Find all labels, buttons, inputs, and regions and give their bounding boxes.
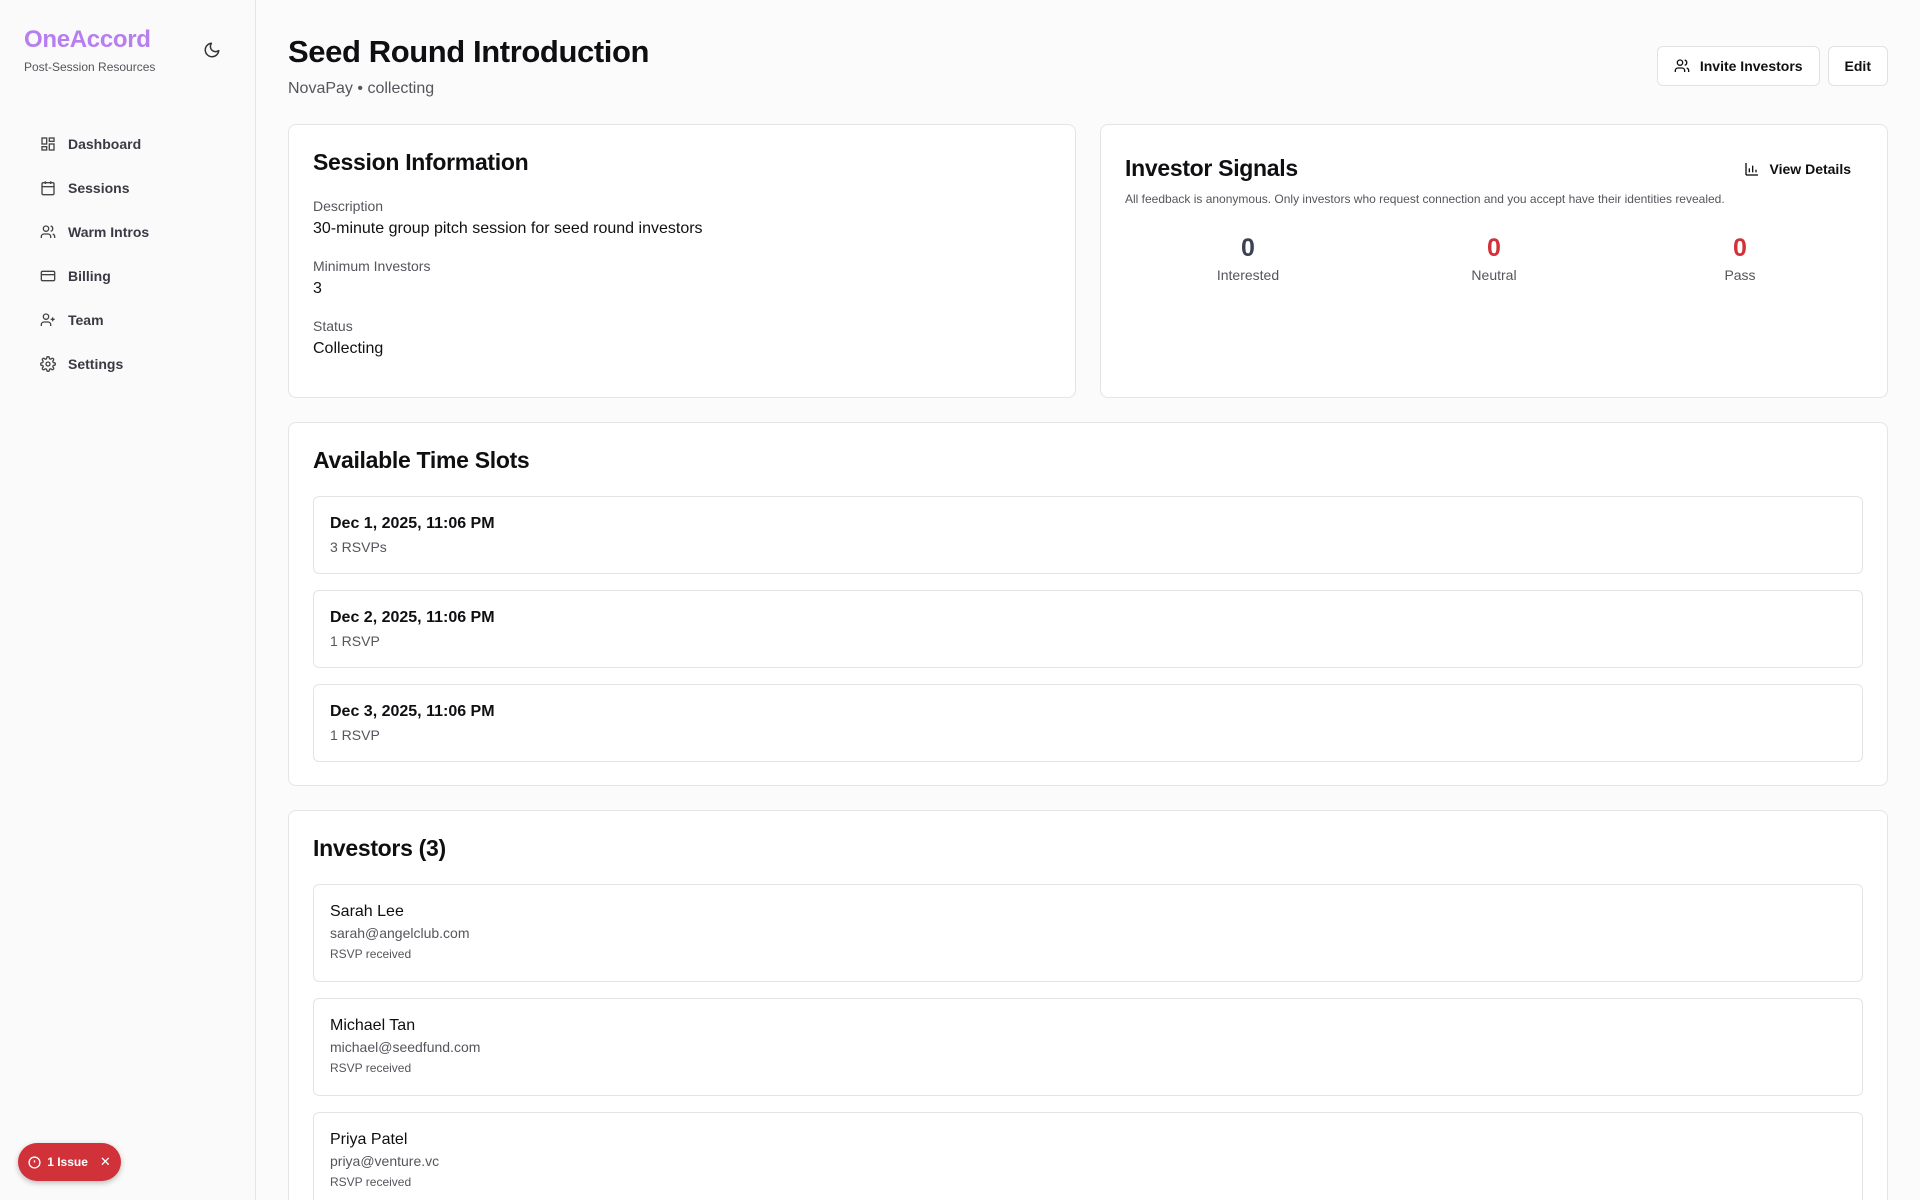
investor-email: priya@venture.vc (330, 1153, 440, 1169)
investor-rsvp-status: RSVP received (330, 947, 412, 961)
stat-label: Neutral (1471, 267, 1517, 283)
calendar-icon (41, 181, 55, 196)
credit-card-icon (40, 270, 56, 282)
slot-rsvp-count: 1 RSVP (330, 633, 380, 649)
investor-name: Priya Patel (330, 1131, 408, 1148)
card-title: Session Information (313, 149, 529, 175)
session-information-card: Session Information Description 30-minut… (288, 124, 1076, 398)
stat-pass: 0 Pass (1617, 234, 1863, 283)
stat-value: 0 (1241, 234, 1255, 262)
sidebar-item-label: Sessions (68, 180, 130, 196)
users-icon (1674, 59, 1690, 72)
field-value: 30-minute group pitch session for seed r… (313, 220, 703, 237)
slot-rsvp-count: 3 RSVPs (330, 539, 387, 555)
brand: OneAccord Post-Session Resources (24, 26, 155, 74)
time-slots-card: Available Time Slots Dec 1, 2025, 11:06 … (288, 422, 1888, 786)
company-name: NovaPay (288, 80, 353, 97)
session-status: collecting (367, 80, 435, 97)
signals-header: Investor Signals View Details (1125, 155, 1863, 182)
sidebar-item-sessions[interactable]: Sessions (30, 166, 230, 210)
time-slot-item[interactable]: Dec 2, 2025, 11:06 PM 1 RSVP (313, 590, 1863, 668)
slot-date: Dec 2, 2025, 11:06 PM (330, 609, 495, 626)
sidebar-item-label: Settings (68, 356, 124, 372)
investor-rsvp-status: RSVP received (330, 1061, 412, 1075)
separator: • (357, 80, 363, 97)
sidebar-item-label: Warm Intros (68, 224, 150, 240)
stat-neutral: 0 Neutral (1371, 234, 1617, 283)
investor-name: Michael Tan (330, 1017, 416, 1034)
card-title: Available Time Slots (313, 447, 530, 473)
card-title: Investor Signals (1125, 155, 1298, 181)
brand-name[interactable]: OneAccord (24, 26, 155, 54)
investor-item[interactable]: Priya Patel priya@venture.vc RSVP receiv… (313, 1112, 1863, 1200)
stat-interested: 0 Interested (1125, 234, 1371, 283)
field-label: Description (313, 198, 384, 214)
view-details-button[interactable]: View Details (1744, 161, 1851, 177)
min-investors-field: Minimum Investors 3 (313, 258, 1051, 298)
slot-date: Dec 3, 2025, 11:06 PM (330, 703, 495, 720)
description-field: Description 30-minute group pitch sessio… (313, 198, 1051, 238)
theme-toggle-button[interactable] (198, 36, 226, 64)
alert-circle-icon (28, 1155, 41, 1169)
brand-subtitle: Post-Session Resources (24, 60, 156, 74)
sidebar-nav: Dashboard Sessions Warm Intros Billing T… (30, 122, 230, 386)
field-value: 3 (313, 280, 322, 297)
slot-rsvp-count: 1 RSVP (330, 727, 380, 743)
gear-icon (40, 356, 56, 372)
signal-stats: 0 Interested 0 Neutral 0 Pass (1125, 234, 1863, 283)
moon-icon (204, 42, 220, 58)
investor-email: michael@seedfund.com (330, 1039, 481, 1055)
stat-value: 0 (1487, 234, 1501, 262)
time-slot-item[interactable]: Dec 3, 2025, 11:06 PM 1 RSVP (313, 684, 1863, 762)
time-slot-item[interactable]: Dec 1, 2025, 11:06 PM 3 RSVPs (313, 496, 1863, 574)
investor-item[interactable]: Sarah Lee sarah@angelclub.com RSVP recei… (313, 884, 1863, 982)
invite-investors-label: Invite Investors (1699, 58, 1803, 74)
investor-item[interactable]: Michael Tan michael@seedfund.com RSVP re… (313, 998, 1863, 1096)
sidebar-item-settings[interactable]: Settings (30, 342, 230, 386)
sidebar-item-warm-intros[interactable]: Warm Intros (30, 210, 230, 254)
header-actions: Invite Investors Edit (1656, 46, 1888, 86)
card-title: Investors (3) (313, 835, 446, 861)
investor-rsvp-status: RSVP received (330, 1175, 412, 1189)
slot-date: Dec 1, 2025, 11:06 PM (330, 515, 495, 532)
stat-label: Pass (1724, 267, 1756, 283)
status-field: Status Collecting (313, 318, 1051, 358)
field-label: Status (313, 318, 353, 334)
view-details-label: View Details (1769, 160, 1851, 177)
sidebar-item-team[interactable]: Team (30, 298, 230, 342)
investors-card: Investors (3) Sarah Lee sarah@angelclub.… (288, 810, 1888, 1200)
field-value: Collecting (313, 340, 384, 357)
edit-button[interactable]: Edit (1827, 46, 1888, 86)
issue-badge-label: 1 Issue (47, 1155, 88, 1169)
bar-chart-icon (1744, 162, 1758, 176)
field-label: Minimum Investors (313, 258, 431, 274)
sidebar-item-label: Billing (68, 268, 111, 284)
page-title: Seed Round Introduction (288, 34, 650, 69)
sidebar: OneAccord Post-Session Resources Dashboa… (0, 0, 256, 1200)
close-icon[interactable]: ✕ (100, 1154, 111, 1170)
investor-signals-card: Investor Signals View Details All feedba… (1100, 124, 1888, 398)
anonymity-note: All feedback is anonymous. Only investor… (1125, 192, 1725, 206)
main-content: Seed Round Introduction NovaPay • collec… (256, 0, 1920, 1200)
sidebar-item-billing[interactable]: Billing (30, 254, 230, 298)
user-plus-icon (40, 313, 55, 326)
issue-badge[interactable]: 1 Issue ✕ (18, 1143, 121, 1181)
sidebar-item-label: Dashboard (68, 136, 142, 152)
sidebar-item-label: Team (68, 312, 104, 328)
sidebar-item-dashboard[interactable]: Dashboard (30, 122, 230, 166)
investor-name: Sarah Lee (330, 903, 404, 920)
users-icon (40, 225, 56, 238)
dashboard-icon (41, 137, 55, 151)
stat-value: 0 (1733, 234, 1747, 262)
investor-email: sarah@angelclub.com (330, 925, 470, 941)
invite-investors-button[interactable]: Invite Investors (1656, 46, 1820, 86)
stat-label: Interested (1216, 267, 1280, 283)
page-subtitle: NovaPay • collecting (288, 80, 434, 98)
